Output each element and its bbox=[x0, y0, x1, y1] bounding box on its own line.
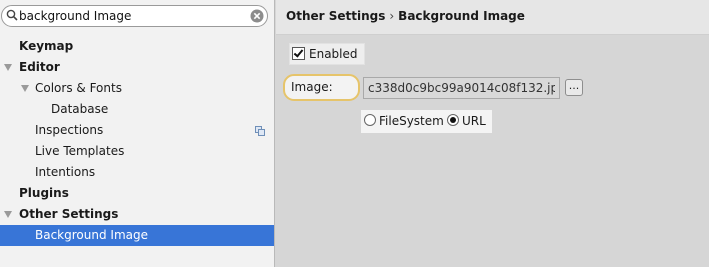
settings-header: Other Settings › Background Image bbox=[276, 0, 709, 35]
tree-item-other-settings[interactable]: Other Settings bbox=[0, 204, 274, 225]
tree-item-label: Editor bbox=[19, 60, 60, 74]
url-label: URL bbox=[462, 114, 486, 128]
filesystem-label: FileSystem bbox=[379, 114, 444, 128]
tree-item-plugins[interactable]: Plugins bbox=[0, 183, 274, 204]
tree-item-label: Colors & Fonts bbox=[35, 81, 122, 95]
tree-item-label: Live Templates bbox=[35, 144, 125, 158]
image-label: Image: bbox=[283, 74, 360, 101]
browse-button[interactable]: ... bbox=[565, 79, 583, 96]
tree-item-intentions[interactable]: Intentions bbox=[0, 162, 274, 183]
tree-item-label: Other Settings bbox=[19, 207, 119, 221]
project-settings-icon bbox=[255, 126, 265, 136]
search-box[interactable] bbox=[1, 5, 268, 27]
clear-search-icon[interactable] bbox=[250, 9, 264, 23]
breadcrumb-current: Background Image bbox=[398, 9, 525, 23]
enabled-label: Enabled bbox=[309, 47, 358, 61]
tree-item-background-image[interactable]: Background Image bbox=[0, 225, 274, 246]
breadcrumb-parent[interactable]: Other Settings bbox=[286, 9, 385, 23]
checkbox-checked-icon[interactable] bbox=[292, 47, 305, 60]
filesystem-radio[interactable]: FileSystem bbox=[361, 110, 450, 133]
radio-selected-icon[interactable] bbox=[447, 114, 459, 126]
image-path-field[interactable] bbox=[363, 77, 560, 99]
tree-item-label: Intentions bbox=[35, 165, 96, 179]
settings-tree-panel: Keymap Editor Colors & Fonts Database In… bbox=[0, 0, 275, 267]
tree-item-editor[interactable]: Editor bbox=[0, 57, 274, 78]
search-icon bbox=[6, 9, 18, 21]
tree-item-label: Inspections bbox=[35, 123, 104, 137]
tree-item-keymap[interactable]: Keymap bbox=[0, 36, 274, 57]
tree-item-label: Background Image bbox=[35, 228, 148, 242]
tree-item-label: Keymap bbox=[19, 39, 74, 53]
radio-unselected-icon[interactable] bbox=[364, 114, 376, 126]
tree-item-database[interactable]: Database bbox=[0, 99, 274, 120]
enabled-checkbox[interactable]: Enabled bbox=[289, 43, 365, 65]
settings-tree: Keymap Editor Colors & Fonts Database In… bbox=[0, 36, 274, 246]
expand-arrow-icon[interactable] bbox=[4, 211, 12, 218]
tree-item-label: Database bbox=[51, 102, 109, 116]
search-input[interactable] bbox=[19, 8, 244, 24]
expand-arrow-icon[interactable] bbox=[4, 64, 12, 71]
tree-item-label: Plugins bbox=[19, 186, 69, 200]
breadcrumb-separator-icon: › bbox=[389, 9, 395, 23]
expand-arrow-icon[interactable] bbox=[21, 85, 29, 92]
url-radio[interactable]: URL bbox=[444, 110, 492, 133]
tree-item-live-templates[interactable]: Live Templates bbox=[0, 141, 274, 162]
tree-item-colors-fonts[interactable]: Colors & Fonts bbox=[0, 78, 274, 99]
breadcrumb: Other Settings › Background Image bbox=[286, 9, 525, 23]
tree-item-inspections[interactable]: Inspections bbox=[0, 120, 274, 141]
